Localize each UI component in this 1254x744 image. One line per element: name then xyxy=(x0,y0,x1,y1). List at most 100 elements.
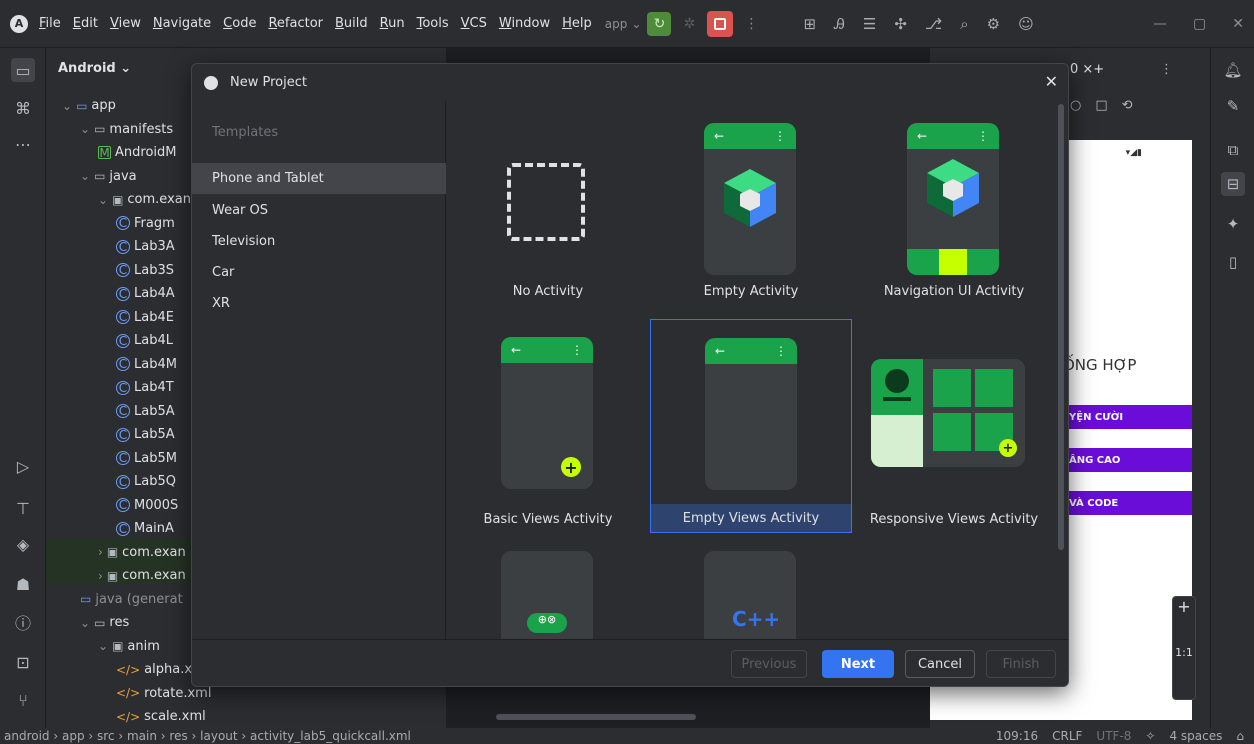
debug-icon[interactable]: ✲ xyxy=(677,12,701,36)
android-studio-logo-icon[interactable]: A xyxy=(0,0,38,48)
tree-item[interactable]: C Lab5M xyxy=(116,447,177,470)
tree-item[interactable]: C Lab4A xyxy=(116,282,175,305)
tree-item[interactable]: C Lab5A xyxy=(116,423,175,446)
ai-assist-icon[interactable]: ✧ xyxy=(1145,729,1155,743)
stop-button[interactable] xyxy=(707,10,734,37)
breadcrumb-item[interactable]: app xyxy=(62,729,85,743)
card-native-cpp[interactable]: C++ xyxy=(650,533,852,641)
menu-window[interactable]: Window xyxy=(498,16,551,31)
tree-item[interactable]: C Lab3A xyxy=(116,235,175,258)
tree-item[interactable]: ⌄ ▭ manifests xyxy=(80,118,173,141)
encoding[interactable]: UTF-8 xyxy=(1096,729,1131,743)
tree-item[interactable]: C M000S xyxy=(116,494,178,517)
menu-build[interactable]: Build xyxy=(334,16,369,31)
breadcrumb-item[interactable]: activity_lab5_quickcall.xml xyxy=(250,729,411,743)
build-tool-icon[interactable]: ⊤ xyxy=(11,496,35,520)
layout-inspector-icon[interactable]: ⊟ xyxy=(1221,172,1245,196)
card-empty-views-activity[interactable]: ← ⋮ Empty Views Activity xyxy=(650,319,852,533)
menu-help[interactable]: Help xyxy=(561,16,593,31)
plugin-icon[interactable]: ✣ xyxy=(894,15,907,33)
chevron-down-icon[interactable]: ⌄ xyxy=(80,122,90,136)
caret-position[interactable]: 109:16 xyxy=(996,729,1038,743)
category-wear-os[interactable]: Wear OS xyxy=(192,195,446,226)
breadcrumb-item[interactable]: android xyxy=(4,729,50,743)
breadcrumb-item[interactable]: main xyxy=(127,729,157,743)
menu-navigate[interactable]: Navigate xyxy=(152,16,212,31)
problems-icon[interactable]: ⓘ xyxy=(11,610,35,634)
run-config-select[interactable]: app ⌄ xyxy=(605,17,642,31)
indent[interactable]: 4 spaces xyxy=(1169,729,1222,743)
chevron-down-icon[interactable]: ⌄ xyxy=(98,639,108,653)
close-window-icon[interactable]: ✕ xyxy=(1232,16,1244,32)
more-icon[interactable]: ⋮ xyxy=(1160,62,1173,77)
tree-item[interactable]: </> scale.xml xyxy=(116,705,206,728)
rerun-icon[interactable]: ↻ xyxy=(647,11,672,36)
tree-item[interactable]: ⌄ ▭ app xyxy=(62,94,116,117)
device-explorer-icon[interactable]: ⧉ xyxy=(1221,138,1245,162)
chevron-down-icon[interactable]: ⌄ xyxy=(80,616,90,630)
maximize-icon[interactable]: ▢ xyxy=(1193,16,1206,32)
tree-item[interactable]: ⌄ ▣ com.exan xyxy=(98,188,191,211)
device-manager-icon[interactable]: ⊞ xyxy=(803,15,816,33)
gradle-icon[interactable]: ◈ xyxy=(11,532,35,556)
orientation-icon[interactable]: ⟲ xyxy=(1122,98,1133,113)
menu-file[interactable]: File xyxy=(38,16,62,31)
design-mode-icon[interactable]: ○ xyxy=(1070,98,1081,113)
gemini-chat-icon[interactable]: ✎ xyxy=(1221,94,1245,118)
run-tool-icon[interactable]: ▷ xyxy=(11,454,35,478)
menu-view[interactable]: View xyxy=(109,16,142,31)
menu-code[interactable]: Code xyxy=(222,16,257,31)
menu-edit[interactable]: Edit xyxy=(72,16,99,31)
lock-icon[interactable]: ⌂ xyxy=(1236,729,1244,743)
tree-item[interactable]: </> alpha.x xyxy=(116,658,192,681)
gemini-icon[interactable]: ✦ xyxy=(1221,212,1245,236)
line-separator[interactable]: CRLF xyxy=(1052,729,1082,743)
breadcrumb-item[interactable]: layout xyxy=(200,729,237,743)
running-devices-icon[interactable]: ▯ xyxy=(1221,250,1245,274)
breadcrumb-item[interactable]: res xyxy=(169,729,187,743)
more-tools-icon[interactable]: ⋯ xyxy=(11,132,35,156)
menu-run[interactable]: Run xyxy=(379,16,406,31)
tree-item[interactable]: ⌄ ▭ java xyxy=(80,165,137,188)
category-xr[interactable]: XR xyxy=(192,288,446,319)
card-navigation-ui-activity[interactable]: ← ⋮ Navigation UI Activity xyxy=(853,105,1055,319)
logcat-icon[interactable]: ☗ xyxy=(11,572,35,596)
chevron-down-icon[interactable]: ⌄ xyxy=(62,99,72,113)
tree-item[interactable]: ⌄ ▣ anim xyxy=(98,635,160,658)
zoom-in-button[interactable]: + xyxy=(1173,597,1195,616)
structure-icon[interactable]: ⌘ xyxy=(11,96,35,120)
tree-item[interactable]: C Lab5A xyxy=(116,400,175,423)
blueprint-icon[interactable]: □ xyxy=(1095,98,1107,113)
tree-item[interactable]: C Fragm xyxy=(116,212,175,235)
settings-icon[interactable]: ⚙ xyxy=(987,15,1000,33)
menu-vcs[interactable]: VCS xyxy=(460,16,488,31)
card-no-activity[interactable]: No Activity xyxy=(447,105,649,319)
chevron-down-icon[interactable]: ⌄ xyxy=(98,193,108,207)
tree-item[interactable]: ▭ java (generat xyxy=(80,588,183,611)
close-icon[interactable]: ✕ xyxy=(1045,72,1058,91)
menu-refactor[interactable]: Refactor xyxy=(267,16,324,31)
preview-tab[interactable]: 0 ×+ xyxy=(1070,62,1104,77)
menu-tools[interactable]: Tools xyxy=(416,16,450,31)
tree-item[interactable]: C MainA xyxy=(116,517,174,540)
chevron-right-icon[interactable]: › xyxy=(98,569,103,583)
tree-item[interactable]: C Lab4M xyxy=(116,353,177,376)
breadcrumb-item[interactable]: src xyxy=(97,729,115,743)
tree-item[interactable]: › ▣ com.exan xyxy=(98,564,186,587)
more-icon[interactable]: ⋮ xyxy=(739,12,763,36)
finish-button[interactable]: Finish xyxy=(986,650,1056,678)
chevron-right-icon[interactable]: › xyxy=(98,545,103,559)
code-with-me-icon[interactable]: ⎇ xyxy=(925,15,942,33)
card-game-activity[interactable]: ⊕⊗ xyxy=(447,533,649,641)
tree-item[interactable]: M AndroidM xyxy=(98,141,176,164)
notifications-icon[interactable]: 🔔︎ xyxy=(1221,58,1245,82)
zoom-reset-button[interactable]: 1:1 xyxy=(1173,646,1195,659)
tree-item[interactable]: C Lab4E xyxy=(116,306,174,329)
terminal-icon[interactable]: ⊡ xyxy=(11,650,35,674)
card-basic-views-activity[interactable]: ← ⋮ + Basic Views Activity xyxy=(447,319,649,533)
project-view-icon[interactable]: ▭ xyxy=(11,58,35,82)
category-car[interactable]: Car xyxy=(192,257,446,288)
layout-icon[interactable]: ☰ xyxy=(863,15,876,33)
account-icon[interactable]: ☺ xyxy=(1018,15,1034,33)
tree-item[interactable]: C Lab5Q xyxy=(116,470,176,493)
